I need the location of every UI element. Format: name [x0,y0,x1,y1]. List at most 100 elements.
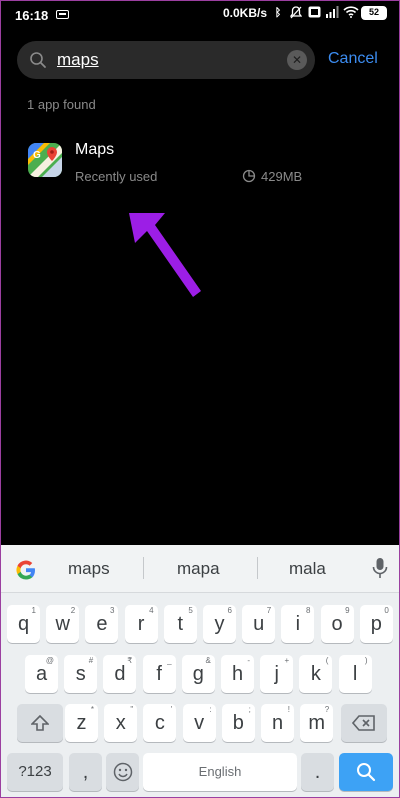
key-hint: # [88,656,94,665]
key-hint: - [247,656,250,665]
key-label: z [76,712,87,734]
key-b[interactable]: ; b [221,704,255,742]
net-speed: 0.0KB/s [222,6,267,20]
key-label: e [96,613,108,635]
suggestion-1[interactable]: maps [68,559,110,579]
comma-key[interactable]: , [69,753,102,791]
key-e[interactable]: 3e [85,605,119,643]
key-hint: : [209,705,212,714]
key-w[interactable]: 2w [46,605,80,643]
key-hint: ; [248,705,251,714]
key-a[interactable]: @ a [25,655,58,693]
key-q[interactable]: 1q [7,605,40,643]
search-box[interactable]: ✕ [17,41,315,79]
key-hint: 0 [384,606,389,615]
key-hint: ' [170,705,173,714]
status-bar: 16:18 0.0KB/s ᛒ 52 [1,1,399,31]
list-item[interactable]: G Maps Recently used 429MB [1,133,399,193]
key-label: n [271,712,284,734]
key-hint: 1 [31,606,36,615]
key-u[interactable]: 7u [242,605,276,643]
search-input[interactable] [57,49,257,71]
bluetooth-icon: ᛒ [274,7,282,19]
key-hint: ₹ [127,656,133,665]
keyboard: maps mapa mala 1 q 2 w 3 e 4 r 5 t 6 y 7 u 8 i 9 o 0 p @ a # s ₹… [1,545,399,797]
key-v[interactable]: :v [182,704,216,742]
key-n[interactable]: ! n [261,704,294,742]
suggestion-2[interactable]: mapa [177,559,220,579]
key-f[interactable]: _ f [142,655,176,693]
suggestion-bar: maps mapa mala [1,545,399,593]
key-label: q [17,613,30,635]
mic-icon[interactable] [371,557,389,579]
clear-search-button[interactable]: ✕ [287,50,307,70]
key-label: m [308,712,326,734]
key-c[interactable]: ' c [143,704,177,742]
key-g[interactable]: & g [181,655,215,693]
app-name: Maps [75,141,115,158]
key-t[interactable]: 5t [163,605,197,643]
key-label: d [114,663,126,685]
silent-icon [289,6,303,20]
key-s[interactable]: # s [64,655,98,693]
shift-key[interactable] [17,704,63,742]
search-key[interactable] [339,753,393,791]
key-hint: ? [324,705,330,714]
cancel-button[interactable]: Cancel [328,50,378,68]
key-m[interactable]: ? m [300,704,334,742]
key-label: v [194,712,205,734]
key-label: h [231,663,244,685]
symbols-key[interactable]: ?123 [7,753,63,791]
app-size: 429MB [261,169,303,184]
key-d[interactable]: ₹ d [103,655,137,693]
key-j[interactable]: + j [260,655,294,693]
backspace-key[interactable] [341,704,387,742]
key-label: s [75,663,86,685]
emoji-key[interactable] [106,753,139,791]
space-key[interactable]: English [143,753,297,791]
key-label: a [35,663,48,685]
suggestion-divider [257,557,258,579]
key-l[interactable]: ) l [338,655,372,693]
key-label: g [192,663,204,685]
key-label: w [55,613,70,635]
volte-icon [307,6,321,20]
result-count: 1 app found [27,97,96,112]
status-icons: 0.0KB/s ᛒ 52 [223,6,387,20]
key-k[interactable]: (k [299,655,333,693]
key-z[interactable]: * z [65,704,98,742]
phone-screen: 16:18 0.0KB/s ᛒ 52 ✕ Cancel [0,0,400,798]
status-time: 16:18 [15,8,49,23]
key-h[interactable]: -h [221,655,254,693]
key-hint: + [284,656,290,665]
period-key[interactable]: . [301,753,334,791]
svg-text:G: G [33,150,41,161]
key-p[interactable]: 0p [359,605,393,643]
key-hint: 9 [345,606,350,615]
battery-icon: 52 [361,6,387,20]
suggestion-3[interactable]: mala [289,559,326,579]
key-label: j [274,663,279,685]
key-y[interactable]: 6y [203,605,236,643]
key-hint: 3 [109,606,115,615]
key-i[interactable]: 8i [281,605,315,643]
signal-icon [325,6,339,20]
key-hint: " [130,705,134,714]
key-label: i [295,613,301,635]
app-subtitle: Recently used [75,169,158,184]
key-hint: * [90,705,94,714]
key-hint: @ [45,656,54,665]
storage-icon [242,169,256,183]
key-label: u [253,613,265,635]
annotation-arrow [129,213,201,297]
key-r[interactable]: 4r [124,605,158,643]
maps-app-icon: G [28,143,62,177]
key-hint: 4 [149,606,154,615]
key-hint: _ [167,656,172,665]
key-hint: ( [325,656,329,665]
key-label: x [115,712,126,734]
google-icon[interactable] [13,557,39,583]
key-o[interactable]: 9o [320,605,354,643]
key-label: y [214,613,225,635]
key-x[interactable]: " x [104,704,138,742]
